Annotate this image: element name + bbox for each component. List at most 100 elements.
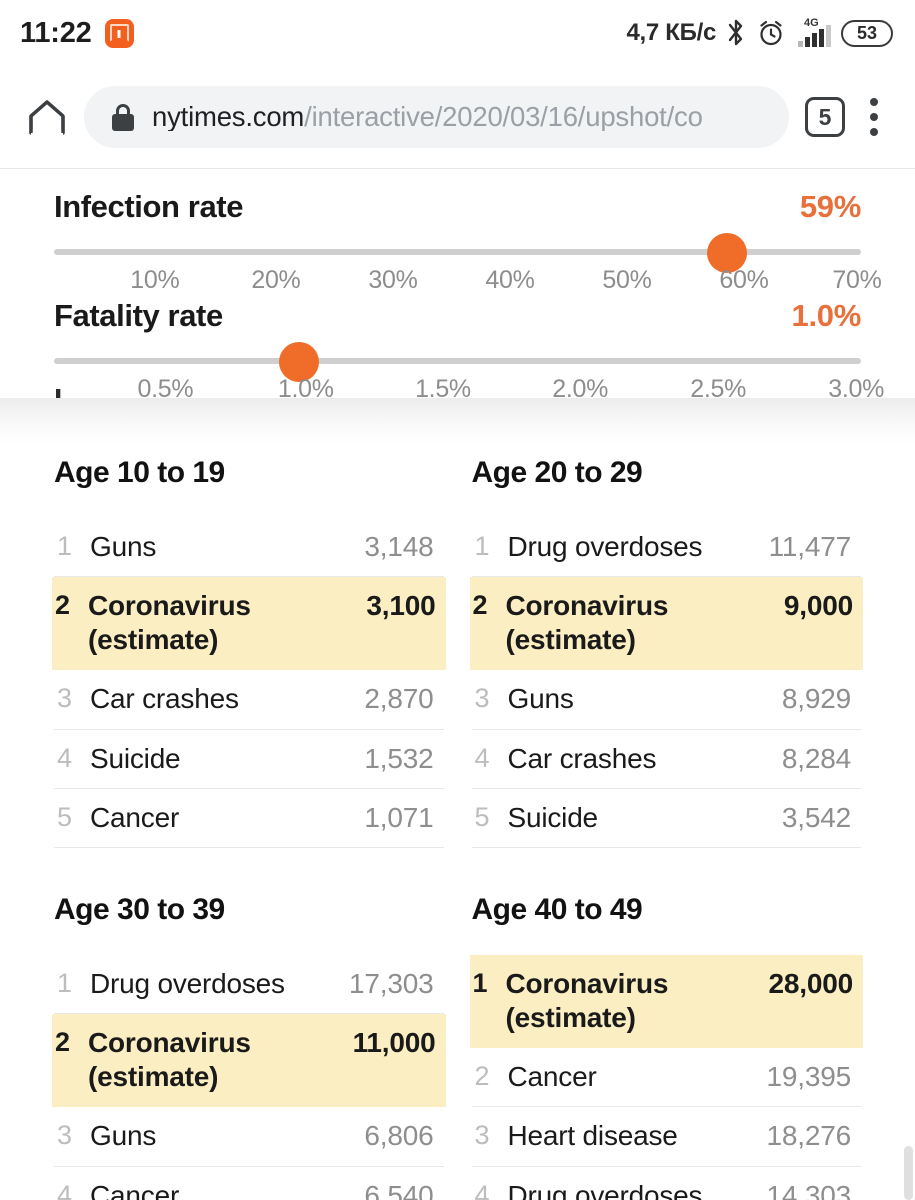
- infection-rate-value: 59%: [799, 189, 861, 224]
- cause-label: Coronavirus (estimate): [505, 590, 669, 656]
- rank-number: 3: [57, 683, 73, 714]
- rank-number: 5: [57, 801, 73, 832]
- kebab-menu-icon[interactable]: [851, 98, 897, 136]
- death-count: 3,542: [781, 801, 851, 833]
- death-count: 28,000: [768, 967, 854, 999]
- rank-number: 4: [57, 1179, 73, 1200]
- cause-label: Drug overdoses: [507, 1179, 703, 1200]
- infection-tick-3: 40%: [485, 266, 535, 294]
- infection-tick-0: 10%: [130, 266, 180, 294]
- infection-slider-ticks: 10% 20% 30% 40% 50% 60% 70%: [54, 266, 882, 300]
- age-group-card: Age 10 to 19 1 Guns 3,148 2 Coronavirus (esti…: [52, 456, 446, 848]
- table-row: 4 Cancer 6,540: [54, 1167, 444, 1200]
- cause-label: Cancer: [507, 1061, 597, 1093]
- bluetooth-icon: [726, 18, 746, 48]
- age-group-title: Age 10 to 19: [54, 456, 225, 489]
- fatality-rate-label: Fatality rate: [54, 298, 223, 333]
- death-count: 6,540: [364, 1179, 434, 1200]
- cause-label: Coronavirus (estimate): [505, 967, 669, 1034]
- lock-icon: [112, 103, 134, 131]
- network-type-label: 4G: [804, 17, 819, 29]
- rank-number: 1: [57, 531, 73, 561]
- rank-number: 3: [474, 683, 490, 714]
- rank-number: 4: [474, 742, 490, 773]
- table-row: 2 Cancer 19,395: [471, 1048, 861, 1108]
- cause-label: Drug overdoses: [90, 967, 285, 999]
- fatality-tick-5: 3.0%: [828, 375, 885, 403]
- rank-number: 3: [57, 1120, 73, 1151]
- mi-app-icon: [104, 18, 134, 48]
- fatality-slider-ticks: 0.5% 1.0% 1.5% 2.0% 2.5% 3.0%: [54, 375, 884, 409]
- fatality-tick-0: 0.5%: [137, 375, 194, 403]
- table-row-highlighted: 2 Coronavirus (estimate) 3,100: [52, 577, 446, 671]
- rank-number: 4: [57, 742, 73, 773]
- cause-label: Suicide: [507, 801, 599, 833]
- infection-rate-slider[interactable]: [54, 233, 861, 273]
- table-row: 1 Drug overdoses 17,303: [54, 955, 444, 1015]
- cause-label: Guns: [90, 1120, 157, 1152]
- table-row: 1 Guns 3,148: [54, 518, 444, 578]
- fatality-rate-slider[interactable]: [54, 342, 861, 382]
- table-row: 4 Suicide 1,532: [54, 730, 444, 789]
- death-count: 9,000: [783, 590, 853, 622]
- tab-count-label: 5: [818, 103, 832, 130]
- fatality-rate-value: 1.0%: [791, 298, 862, 333]
- death-count: 1,532: [364, 742, 434, 774]
- home-icon[interactable]: [16, 86, 78, 148]
- rank-number: 5: [474, 801, 490, 832]
- table-row: 3 Guns 8,929: [471, 670, 861, 730]
- cause-label: Heart disease: [507, 1120, 678, 1152]
- cause-label: Suicide: [90, 742, 181, 774]
- cause-label: Car crashes: [90, 683, 239, 715]
- fatality-tick-4: 2.5%: [690, 375, 747, 403]
- rank-number: 3: [474, 1120, 490, 1151]
- infection-tick-1: 20%: [251, 266, 301, 294]
- infection-rate-label: Infection rate: [54, 189, 244, 224]
- table-row: 5 Suicide 3,542: [471, 789, 861, 848]
- rank-number: 2: [55, 590, 71, 621]
- cause-label: Guns: [507, 683, 574, 715]
- death-count: 19,395: [766, 1061, 852, 1093]
- android-status-bar: 11:22 4,7 КБ/с 4G 53: [0, 0, 915, 66]
- address-bar[interactable]: nytimes.com/interactive/2020/03/16/upsho…: [84, 86, 789, 148]
- death-count: 3,148: [364, 531, 434, 562]
- table-row-highlighted: 2 Coronavirus (estimate) 11,000: [52, 1014, 446, 1108]
- table-row: 3 Heart disease 18,276: [471, 1107, 861, 1167]
- cause-list: 1 Drug overdoses 17,303 2 Coronavirus (estim…: [52, 955, 446, 1200]
- cause-label: Guns: [90, 531, 157, 562]
- age-group-card: Age 30 to 39 1 Drug overdoses 17,303 2 Corona…: [52, 893, 446, 1200]
- cause-list: 1 Drug overdoses 11,477 2 Coronavirus (estim…: [469, 518, 863, 848]
- table-row: 3 Guns 6,806: [54, 1107, 444, 1167]
- age-groups-grid: Age 10 to 19 1 Guns 3,148 2 Coronavirus (esti…: [52, 456, 863, 1200]
- page-scrollbar[interactable]: [904, 1146, 913, 1200]
- alarm-clock-icon: [756, 18, 786, 48]
- death-count: 1,071: [364, 801, 434, 833]
- age-group-title: Age 40 to 49: [471, 892, 643, 926]
- tab-switcher-button[interactable]: 5: [805, 97, 845, 137]
- rank-number: 4: [474, 1179, 490, 1200]
- table-row: 4 Car crashes 8,284: [471, 730, 861, 789]
- url-text: nytimes.com/interactive/2020/03/16/upsho…: [152, 103, 703, 131]
- age-groups-content: Age 10 to 19 1 Guns 3,148 2 Coronavirus (esti…: [0, 398, 915, 1200]
- fatality-slider-track[interactable]: [54, 358, 861, 364]
- status-clock: 11:22: [20, 16, 92, 49]
- network-speed-label: 4,7 КБ/с: [626, 19, 716, 46]
- status-bar-right: 4,7 КБ/с 4G 53: [626, 17, 893, 48]
- cause-list: 1 Coronavirus (estimate) 28,000 2 Cancer 19,3…: [469, 954, 863, 1200]
- battery-indicator: 53: [841, 19, 893, 47]
- sticky-controls-panel: Infection rate 59% 10% 20% 30% 40% 50% 60% 70%…: [0, 169, 915, 444]
- death-count: 11,000: [352, 1027, 436, 1059]
- url-domain: nytimes.com: [152, 103, 305, 131]
- table-row-highlighted: 2 Coronavirus (estimate) 9,000: [469, 577, 863, 671]
- infection-tick-4: 50%: [602, 266, 652, 294]
- table-row-highlighted: 1 Coronavirus (estimate) 28,000: [469, 954, 863, 1049]
- death-count: 18,276: [766, 1120, 852, 1152]
- age-group-card: Age 40 to 49 1 Coronavirus (estimate) 28,00…: [469, 892, 863, 1200]
- fatality-tick-1: 1.0%: [277, 375, 334, 403]
- cause-label: Car crashes: [507, 742, 657, 774]
- cause-label: Drug overdoses: [507, 531, 703, 562]
- rank-number: 1: [474, 531, 490, 561]
- clipped-scrolled-text: I: [54, 389, 67, 398]
- death-count: 3,100: [366, 590, 436, 622]
- rank-number: 1: [57, 967, 73, 998]
